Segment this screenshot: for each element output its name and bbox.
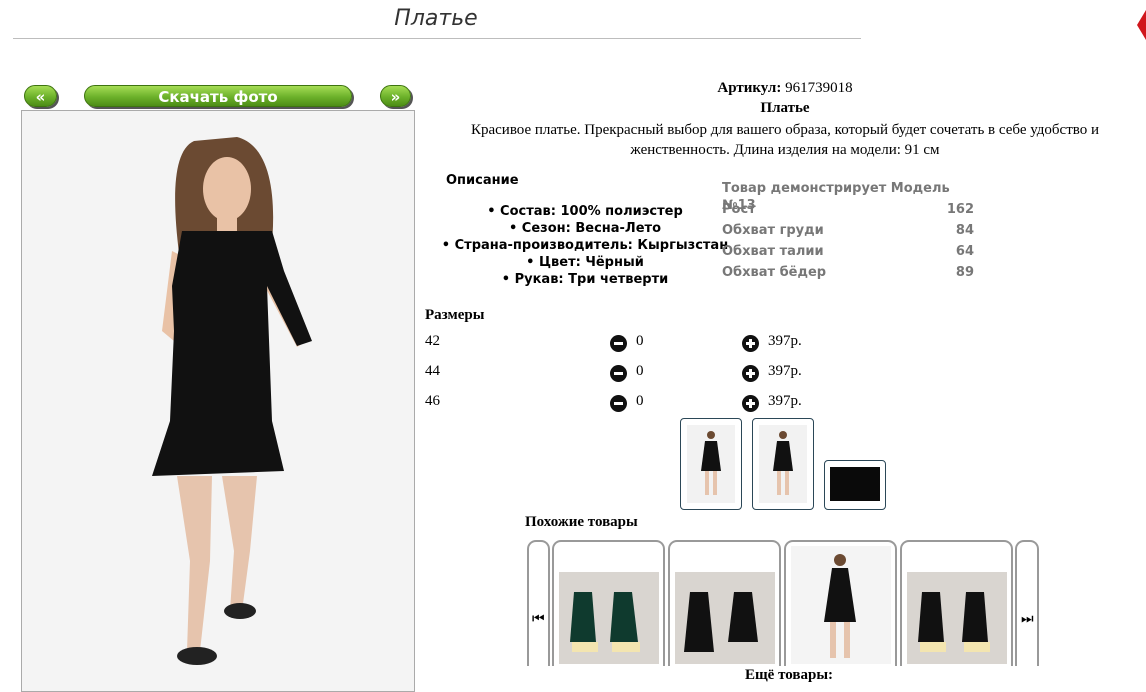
similar-product-card[interactable] — [668, 540, 781, 666]
product-description: Красивое платье. Прекрасный выбор для ва… — [470, 122, 1100, 158]
page-title: Платье — [394, 6, 478, 31]
plus-icon[interactable] — [742, 335, 759, 352]
plus-icon[interactable] — [742, 395, 759, 412]
size-row: 44 0 397р. — [425, 363, 825, 385]
plus-icon[interactable] — [742, 365, 759, 382]
similar-products-title: Похожие товары — [525, 514, 638, 530]
dress-model-image — [22, 111, 414, 691]
product-name: Платье — [760, 100, 810, 116]
similar-product-card[interactable] — [784, 540, 897, 666]
model-measurements: Товар демонстрирует Модель №13 Рост 162 О… — [722, 180, 974, 285]
sizes-title: Размеры — [425, 307, 485, 323]
price: 397р. — [768, 393, 802, 409]
spec-item: • Сезон: Весна-Лето — [508, 221, 662, 236]
next-photo-button[interactable]: » — [380, 85, 411, 107]
minus-icon[interactable] — [610, 335, 627, 352]
article-number: 961739018 — [785, 80, 853, 96]
close-icon[interactable] — [1137, 10, 1146, 40]
quantity-value: 0 — [636, 333, 644, 349]
skip-forward-icon: ⏭ — [1021, 612, 1034, 627]
carousel-next-button[interactable]: ⏭ — [1015, 540, 1039, 666]
price: 397р. — [768, 363, 802, 379]
prev-photo-button[interactable]: « — [24, 85, 57, 107]
description-title: Описание — [446, 173, 519, 188]
size-row: 46 0 397р. — [425, 393, 825, 415]
similar-product-card[interactable] — [552, 540, 665, 666]
size-label: 42 — [425, 333, 440, 349]
model-row: Обхват талии 64 — [722, 244, 974, 259]
similar-product-card[interactable] — [900, 540, 1013, 666]
download-photo-button[interactable]: Скачать фото — [84, 85, 352, 107]
product-thumbnail[interactable] — [752, 418, 814, 510]
minus-icon[interactable] — [610, 395, 627, 412]
quantity-value: 0 — [636, 393, 644, 409]
specs-list: • Состав: 100% полиэстер • Сезон: Весна-… — [440, 203, 730, 288]
model-row: Обхват бёдер 89 — [722, 265, 974, 280]
spec-item: • Состав: 100% полиэстер — [487, 204, 683, 219]
article-label: Артикул: — [717, 80, 782, 96]
spec-item: • Рукав: Три четверти — [501, 272, 669, 287]
model-row: Обхват груди 84 — [722, 223, 974, 238]
product-thumbnail[interactable] — [824, 460, 886, 510]
size-label: 46 — [425, 393, 440, 409]
size-label: 44 — [425, 363, 440, 379]
spec-item: • Страна-производитель: Кыргызстан — [441, 238, 729, 253]
article-line: Артикул: 961739018 — [440, 80, 1130, 97]
spec-item: • Цвет: Чёрный — [526, 255, 644, 270]
skip-back-icon: ⏮ — [532, 612, 545, 627]
model-heading: Товар демонстрирует Модель №13 — [722, 181, 950, 213]
quantity-value: 0 — [636, 363, 644, 379]
title-divider — [13, 38, 861, 39]
size-row: 42 0 397р. — [425, 333, 825, 355]
product-thumbnail[interactable] — [680, 418, 742, 510]
more-products-title: Ещё товары: — [745, 667, 834, 683]
main-product-photo[interactable] — [21, 110, 415, 692]
price: 397р. — [768, 333, 802, 349]
carousel-prev-button[interactable]: ⏮ — [527, 540, 550, 666]
model-row: Рост 162 — [722, 202, 974, 217]
minus-icon[interactable] — [610, 365, 627, 382]
